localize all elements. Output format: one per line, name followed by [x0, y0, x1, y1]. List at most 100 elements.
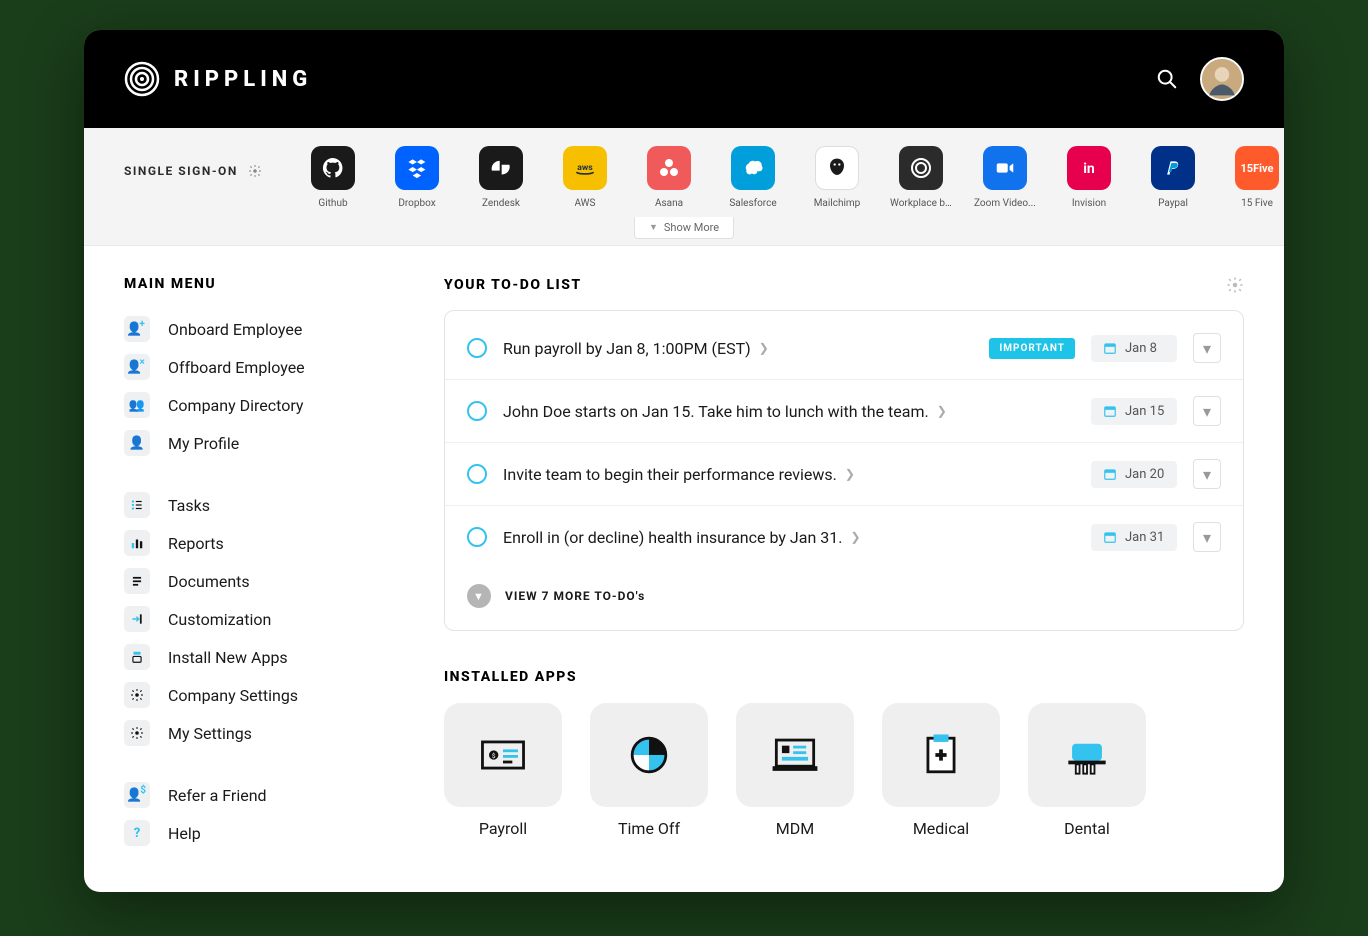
medical-icon [882, 703, 1000, 807]
search-icon[interactable] [1156, 68, 1178, 90]
installed-app-payroll[interactable]: $ Payroll [444, 703, 562, 838]
sidebar-item-help[interactable]: ? Help [124, 814, 394, 852]
installed-app-label: Time Off [618, 819, 680, 838]
sidebar-item-company-settings[interactable]: Company Settings [124, 676, 394, 714]
sso-app-salesforce[interactable]: Salesforce [722, 146, 784, 209]
main-menu-title: MAIN MENU [124, 276, 394, 292]
mdm-icon [736, 703, 854, 807]
todo-row[interactable]: John Doe starts on Jan 15. Take him to l… [445, 380, 1243, 443]
sidebar-item-onboard-employee[interactable]: 👤+ Onboard Employee [124, 310, 394, 348]
sso-app-label: 15 Five [1241, 198, 1273, 209]
chevron-right-icon: ❯ [845, 467, 855, 481]
date-chip[interactable]: Jan 15 [1091, 398, 1177, 425]
sidebar-item-label: Company Settings [168, 686, 298, 705]
show-more-button[interactable]: ▼ Show More [634, 217, 734, 239]
row-menu-button[interactable]: ▾ [1193, 333, 1221, 363]
installed-app-time-off[interactable]: Time Off [590, 703, 708, 838]
row-menu-button[interactable]: ▾ [1193, 459, 1221, 489]
sso-app-zendesk[interactable]: Zendesk [470, 146, 532, 209]
payroll-icon: $ [444, 703, 562, 807]
sso-app-15-five[interactable]: 15Five 15 Five [1226, 146, 1284, 209]
arrow-in-icon [124, 606, 150, 632]
chevron-right-icon: ❯ [937, 404, 947, 418]
sidebar-item-label: Tasks [168, 496, 210, 515]
sso-app-workplace-by-[interactable]: Workplace by... [890, 146, 952, 209]
todo-row[interactable]: Enroll in (or decline) health insurance … [445, 506, 1243, 568]
calendar-icon [1103, 467, 1117, 481]
todo-title: YOUR TO-DO LIST [444, 277, 582, 293]
sso-app-asana[interactable]: Asana [638, 146, 700, 209]
sso-app-dropbox[interactable]: Dropbox [386, 146, 448, 209]
sidebar-item-company-directory[interactable]: 👥 Company Directory [124, 386, 394, 424]
sso-bar: SINGLE SIGN-ON Github Dropbox Zendesk aw… [84, 128, 1284, 246]
sso-label-text: SINGLE SIGN-ON [124, 164, 238, 178]
app-tile-icon [983, 146, 1027, 190]
sso-app-label: Dropbox [398, 198, 435, 209]
date-chip[interactable]: Jan 31 [1091, 524, 1177, 551]
sso-app-mailchimp[interactable]: Mailchimp [806, 146, 868, 209]
sidebar-item-label: Offboard Employee [168, 358, 305, 377]
sso-label: SINGLE SIGN-ON [124, 146, 294, 178]
date-chip[interactable]: Jan 20 [1091, 461, 1177, 488]
todo-row[interactable]: Run payroll by Jan 8, 1:00PM (EST) ❯ IMP… [445, 317, 1243, 380]
date-chip[interactable]: Jan 8 [1091, 335, 1177, 362]
checkbox-icon[interactable] [467, 338, 487, 358]
installed-app-medical[interactable]: Medical [882, 703, 1000, 838]
sidebar-item-reports[interactable]: Reports [124, 524, 394, 562]
svg-text:$: $ [492, 752, 496, 760]
sso-app-zoom-video-[interactable]: Zoom Video... [974, 146, 1036, 209]
sidebar-item-tasks[interactable]: Tasks [124, 486, 394, 524]
sidebar-item-customization[interactable]: Customization [124, 600, 394, 638]
gear-icon[interactable] [1226, 276, 1244, 294]
sidebar-item-documents[interactable]: Documents [124, 562, 394, 600]
checkbox-icon[interactable] [467, 401, 487, 421]
person-plus-icon: 👤+ [124, 316, 150, 342]
installed-apps-title: INSTALLED APPS [444, 669, 1244, 685]
sidebar-item-my-settings[interactable]: My Settings [124, 714, 394, 752]
avatar[interactable] [1200, 57, 1244, 101]
view-more-button[interactable]: ▼ VIEW 7 MORE TO-DO's [445, 568, 1243, 624]
logo-icon [124, 61, 160, 97]
chevron-down-icon: ▼ [467, 584, 491, 608]
installed-app-mdm[interactable]: MDM [736, 703, 854, 838]
app-tile-icon [1151, 146, 1195, 190]
row-menu-button[interactable]: ▾ [1193, 522, 1221, 552]
timeoff-icon [590, 703, 708, 807]
date-label: Jan 15 [1125, 404, 1164, 419]
todo-row[interactable]: Invite team to begin their performance r… [445, 443, 1243, 506]
todo-text: Run payroll by Jan 8, 1:00PM (EST) ❯ [503, 339, 973, 358]
sso-app-label: Workplace by... [890, 198, 952, 209]
brand: RIPPLING [124, 61, 312, 97]
sso-app-github[interactable]: Github [302, 146, 364, 209]
install-icon [124, 644, 150, 670]
sidebar-item-label: My Profile [168, 434, 239, 453]
checkbox-icon[interactable] [467, 464, 487, 484]
sidebar-item-my-profile[interactable]: 👤 My Profile [124, 424, 394, 462]
checkbox-icon[interactable] [467, 527, 487, 547]
sidebar-item-refer-a-friend[interactable]: 👤$ Refer a Friend [124, 776, 394, 814]
question-icon: ? [124, 820, 150, 846]
sidebar-item-label: Install New Apps [168, 648, 288, 667]
sso-app-paypal[interactable]: Paypal [1142, 146, 1204, 209]
main: YOUR TO-DO LIST Run payroll by Jan 8, 1:… [444, 276, 1244, 852]
topbar: RIPPLING [84, 30, 1284, 128]
gear-icon[interactable] [248, 164, 262, 178]
list-icon [124, 492, 150, 518]
sidebar-item-install-new-apps[interactable]: Install New Apps [124, 638, 394, 676]
sso-app-aws[interactable]: aws AWS [554, 146, 616, 209]
calendar-icon [1103, 341, 1117, 355]
installed-app-label: MDM [776, 819, 814, 838]
installed-app-dental[interactable]: Dental [1028, 703, 1146, 838]
people-icon: 👥 [124, 392, 150, 418]
sidebar-item-offboard-employee[interactable]: 👤× Offboard Employee [124, 348, 394, 386]
body: MAIN MENU 👤+ Onboard Employee 👤× Offboar… [84, 246, 1284, 892]
row-menu-button[interactable]: ▾ [1193, 396, 1221, 426]
app-tile-icon [815, 146, 859, 190]
app-window: RIPPLING SINGLE SIGN-ON Github Dropbox [84, 30, 1284, 892]
chevron-right-icon: ❯ [850, 530, 860, 544]
person-dollar-icon: 👤$ [124, 782, 150, 808]
sso-app-invision[interactable]: in Invision [1058, 146, 1120, 209]
app-tile-icon [311, 146, 355, 190]
sso-app-label: Salesforce [729, 198, 776, 209]
sso-app-label: AWS [575, 198, 596, 209]
